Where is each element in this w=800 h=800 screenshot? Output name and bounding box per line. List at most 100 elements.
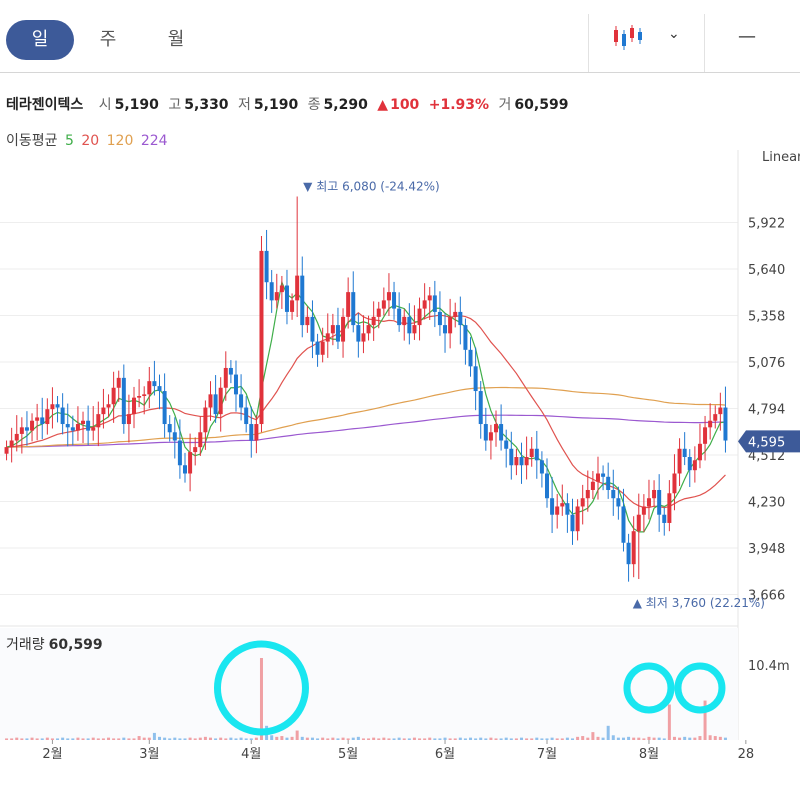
candle-body [631, 531, 636, 565]
volume-bar [142, 737, 146, 740]
volume-bar [652, 737, 656, 740]
volume-bar [229, 737, 233, 740]
volume-bar [377, 738, 381, 740]
candle-body [300, 275, 305, 326]
volume-bar [387, 738, 391, 740]
volume-panel-label: 거래량 [6, 637, 45, 653]
candle-body [142, 394, 147, 396]
volume-bar [15, 737, 19, 740]
volume-bar [168, 738, 172, 740]
candle-body [305, 316, 310, 326]
candle-body [30, 420, 35, 431]
volume-bar [713, 736, 717, 740]
candle-body [590, 481, 595, 490]
candle-body [534, 448, 539, 461]
volume-bar [382, 737, 386, 740]
x-tick-label: 3월 [139, 747, 159, 762]
volume-bar [565, 737, 569, 740]
candle-body [233, 374, 238, 395]
volume-bar [81, 738, 85, 740]
candle-body [45, 409, 50, 425]
volume-bar [96, 738, 100, 740]
candle-body [4, 447, 9, 454]
candle-body [40, 417, 45, 425]
candle-body [152, 381, 157, 387]
volume-bar [127, 738, 131, 740]
candle-body [361, 333, 366, 342]
candle-body [147, 381, 152, 395]
volume-bar [91, 737, 95, 740]
candle-body [595, 473, 600, 482]
candle-body [254, 424, 259, 441]
volume-bar [611, 735, 615, 740]
candle-body [279, 285, 284, 293]
volume-bar [61, 737, 65, 740]
volume-bar [672, 736, 676, 740]
candle-body [60, 407, 65, 425]
candle-body [682, 448, 687, 458]
volume-bar [290, 736, 294, 740]
ma-5-line [6, 280, 726, 533]
volume-bar [326, 738, 330, 740]
volume-bar [718, 736, 722, 740]
candle-body [616, 498, 621, 507]
volume-bar [316, 738, 320, 740]
volume-bar [412, 737, 416, 740]
volume-bar [616, 737, 620, 740]
candle-body [213, 394, 218, 415]
volume-bar [560, 738, 564, 740]
candle-body [606, 476, 611, 490]
volume-bar [346, 738, 350, 740]
volume-bar [107, 737, 111, 740]
candle-body [330, 325, 335, 334]
candle-body [550, 498, 555, 515]
volume-bar [693, 737, 697, 740]
y-tick-label: 5,076 [748, 356, 785, 371]
volume-bar [514, 738, 518, 740]
x-tick-label: 6월 [435, 747, 455, 762]
volume-bar [224, 738, 228, 740]
candle-body [718, 407, 723, 415]
candle-body [601, 473, 606, 477]
volume-bar [448, 738, 452, 740]
candle-body [106, 404, 111, 408]
volume-bar [208, 737, 212, 740]
volume-bar [520, 737, 524, 740]
volume-bar [10, 738, 14, 740]
candle-body [259, 250, 264, 425]
volume-bar [525, 738, 529, 740]
candle-body [65, 424, 70, 428]
volume-bar [688, 737, 692, 740]
volume-bar [336, 738, 340, 740]
volume-bar [474, 738, 478, 740]
candle-body [509, 448, 514, 466]
candle-body [111, 387, 116, 405]
volume-bar [469, 737, 473, 740]
volume-bar [484, 738, 488, 740]
volume-bar [667, 704, 671, 740]
candle-body [539, 460, 544, 474]
volume-bar [489, 737, 493, 740]
volume-bar [321, 737, 325, 740]
volume-bar [632, 737, 636, 740]
x-tick-label: 2월 [42, 747, 62, 762]
candle-body [483, 424, 488, 441]
y-tick-label: 4,230 [748, 496, 785, 511]
volume-bar [20, 738, 24, 740]
volume-bar [300, 736, 304, 740]
x-tick-label: 8월 [639, 747, 659, 762]
candle-body [101, 407, 106, 415]
volume-bar [163, 737, 167, 740]
candle-body [407, 316, 412, 334]
y-tick-label: 5,640 [748, 263, 785, 278]
stock-chart[interactable]: 5,9225,6405,3585,0764,7944,5124,2303,948… [0, 0, 800, 800]
candle-body [193, 447, 198, 453]
candle-body [86, 420, 91, 431]
volume-bar [35, 738, 39, 740]
candle-body [636, 514, 641, 532]
candle-body [580, 498, 585, 507]
volume-bar [555, 738, 559, 740]
volume-bar [56, 738, 60, 740]
volume-bar [132, 738, 136, 740]
min-price-annotation: ▲ 최저 3,760 (22.21%) [633, 596, 765, 610]
